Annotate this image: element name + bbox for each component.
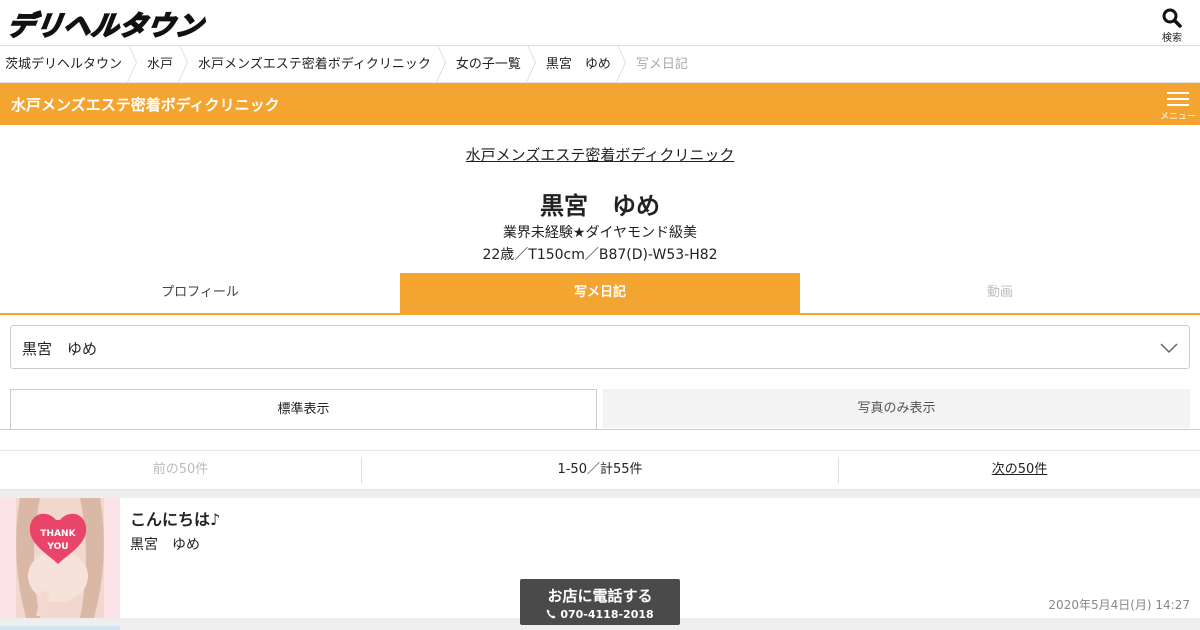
breadcrumb-item[interactable]: 水戸メンズエステ密着ボディクリニック [193, 46, 451, 83]
thumbnail-photo: THANK YOU [0, 498, 120, 618]
search-label: 検索 [1162, 33, 1182, 44]
breadcrumb-item[interactable]: 女の子一覧 [451, 46, 541, 83]
call-shop-label: お店に電話する [547, 587, 653, 605]
profile-tabs: プロフィール 写メ日記 動画 [0, 273, 1200, 315]
diary-date: 2020年5月4日(月) 14:27 [1048, 598, 1190, 612]
shop-link-row: 水戸メンズエステ密着ボディクリニック [0, 144, 1200, 165]
prev-page-button: 前の50件 [0, 457, 362, 483]
girl-name: 黒宮 ゆめ [540, 192, 660, 220]
next-page-link[interactable]: 次の50件 [839, 457, 1200, 483]
shop-bar-title[interactable]: 水戸メンズエステ密着ボディクリニック [11, 94, 280, 115]
diary-author: 黒宮 ゆめ [130, 537, 200, 553]
tab-profile[interactable]: プロフィール [0, 273, 400, 313]
breadcrumb-item[interactable]: 茨城デリヘルタウン [0, 46, 142, 83]
next-diary-thumbnail[interactable] [0, 626, 120, 630]
diary-thumbnail[interactable]: THANK YOU [0, 498, 120, 618]
girl-spec: 22歳／T150cm／B87(D)-W53-H82 [482, 247, 718, 263]
breadcrumb-current: 写メ日記 [635, 56, 688, 72]
thumb-text-1: THANK [40, 529, 76, 539]
menu-label: メニュー [1160, 112, 1197, 122]
phone-icon [546, 609, 556, 619]
view-toggle: 標準表示 写真のみ表示 [10, 389, 1190, 430]
divider [0, 429, 1200, 430]
site-logo[interactable]: デリヘルタウン [4, 5, 208, 43]
shop-bar: 水戸メンズエステ密着ボディクリニック メニュー [0, 83, 1200, 125]
divider [0, 490, 1200, 498]
page-count: 1-50／計55件 [362, 457, 839, 483]
hamburger-icon [1160, 92, 1196, 106]
shop-link[interactable]: 水戸メンズエステ密着ボディクリニック [466, 146, 735, 164]
breadcrumb-item[interactable]: 黒宮 ゆめ [541, 46, 631, 83]
girl-select-value: 黒宮 ゆめ [22, 340, 98, 358]
pager: 前の50件 1-50／計55件 次の50件 [0, 450, 1200, 490]
tab-photo-diary[interactable]: 写メ日記 [400, 273, 800, 313]
girl-catchphrase: 業界未経験★ダイヤモンド級美 [502, 225, 698, 241]
menu-button[interactable]: メニュー [1160, 89, 1196, 122]
tab-video: 動画 [986, 285, 1013, 300]
call-shop-button[interactable]: お店に電話する 070-4118-2018 [520, 579, 680, 625]
call-phone-number: 070-4118-2018 [560, 608, 654, 621]
diary-title[interactable]: こんにちは♪ [130, 506, 220, 530]
search-button[interactable]: 検索 [1154, 8, 1190, 44]
thumb-text-2: YOU [46, 542, 68, 552]
girl-select[interactable]: 黒宮 ゆめ [10, 325, 1190, 369]
breadcrumb: 茨城デリヘルタウン 水戸 水戸メンズエステ密着ボディクリニック 女の子一覧 黒宮… [0, 46, 1200, 83]
photo-only-view-button[interactable]: 写真のみ表示 [603, 389, 1190, 428]
top-header: デリヘルタウン 検索 [0, 0, 1200, 46]
logo-text: デリヘルタウン [4, 10, 206, 43]
chevron-down-icon [1160, 343, 1178, 354]
call-phone-row: 070-4118-2018 [520, 608, 680, 621]
standard-view-button[interactable]: 標準表示 [10, 389, 597, 430]
breadcrumb-item[interactable]: 水戸 [142, 46, 193, 83]
search-icon [1162, 8, 1182, 28]
